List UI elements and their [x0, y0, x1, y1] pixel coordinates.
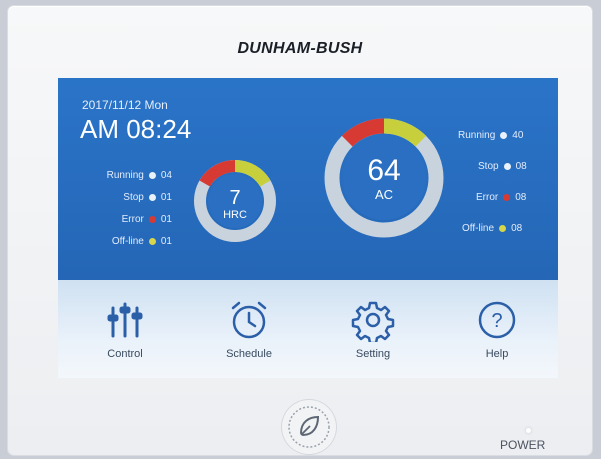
svg-text:?: ? — [491, 310, 502, 332]
time-text: AM 08:24 — [80, 114, 192, 144]
ac-count: 64 — [367, 154, 401, 187]
clock-icon — [231, 301, 267, 339]
brand-logo: DUNHAM-BUSH — [237, 40, 363, 57]
hrc-count: 7 — [229, 187, 241, 209]
help-button[interactable]: ? Help — [452, 298, 542, 374]
running-dot-icon — [500, 131, 508, 139]
offline-dot-icon — [499, 224, 507, 232]
hrc-stat-error: Error 01 — [76, 214, 172, 225]
ac-stat-value: 08 — [515, 192, 527, 203]
ac-stat-label: Running — [458, 130, 496, 141]
question-icon: ? — [478, 301, 516, 339]
ac-stat-value: 40 — [512, 130, 524, 141]
leaf-icon — [288, 406, 330, 448]
hrc-stat-running: Running 04 — [76, 170, 172, 181]
ac-label: AC — [374, 187, 394, 202]
schedule-button[interactable]: Schedule — [204, 298, 294, 374]
menu-bar: Control Schedule Setting ? Help — [58, 280, 558, 378]
hrc-stat-value: 04 — [160, 170, 172, 181]
power-indicator-led — [526, 428, 531, 433]
running-dot-icon — [148, 171, 156, 179]
control-button[interactable]: Control — [80, 298, 170, 374]
ac-stat-label: Stop — [478, 161, 499, 172]
hrc-stat-value: 01 — [160, 192, 172, 203]
hrc-stat-offline: Off-line 01 — [76, 236, 172, 247]
error-dot-icon — [148, 215, 156, 223]
control-label: Control — [107, 348, 143, 360]
schedule-label: Schedule — [226, 348, 272, 360]
ac-stat-label: Off-line — [462, 223, 495, 234]
ac-stat-value: 08 — [511, 223, 523, 234]
setting-label: Setting — [355, 348, 391, 360]
hrc-label: HRC — [223, 209, 247, 221]
status-panel: 2017/11/12 Mon AM 08:24 Running 04 Stop 01… — [58, 78, 558, 280]
ac-stat-offline: Off-line 08 — [462, 223, 522, 234]
ac-stat-value: 08 — [515, 161, 527, 172]
ac-stat-stop: Stop 08 — [478, 161, 527, 172]
ac-stat-running: Running 40 — [458, 130, 523, 141]
stop-dot-icon — [503, 162, 511, 170]
hrc-stat-value: 01 — [160, 236, 172, 247]
hrc-stat-stop: Stop 01 — [76, 192, 172, 203]
thermostat-panel: DUNHAM-BUSH 2017/11/12 Mon AM 08:24 Runn… — [8, 6, 592, 455]
offline-dot-icon — [148, 237, 156, 245]
setting-button[interactable]: Setting — [328, 298, 418, 374]
error-dot-icon — [503, 193, 511, 201]
hrc-stat-label: Stop — [123, 192, 144, 203]
sliders-icon — [107, 302, 143, 338]
hrc-stat-label: Error — [121, 214, 144, 225]
help-label: Help — [485, 348, 509, 360]
hrc-stat-value: 01 — [160, 214, 172, 225]
date-text: 2017/11/12 Mon — [82, 98, 168, 112]
hrc-stat-label: Running — [106, 170, 144, 181]
eco-button[interactable] — [282, 400, 336, 454]
hrc-ring-label: 7 HRC — [192, 188, 278, 221]
touch-screen: 2017/11/12 Mon AM 08:24 Running 04 Stop 01… — [58, 78, 558, 378]
ac-stat-error: Error 08 — [476, 192, 526, 203]
hrc-stat-label: Off-line — [111, 236, 144, 247]
power-label[interactable]: POWER — [500, 438, 545, 452]
gear-icon — [351, 301, 395, 342]
ac-stat-label: Error — [476, 192, 499, 203]
ac-ring-label: 64 AC — [322, 154, 446, 202]
stop-dot-icon — [148, 193, 156, 201]
